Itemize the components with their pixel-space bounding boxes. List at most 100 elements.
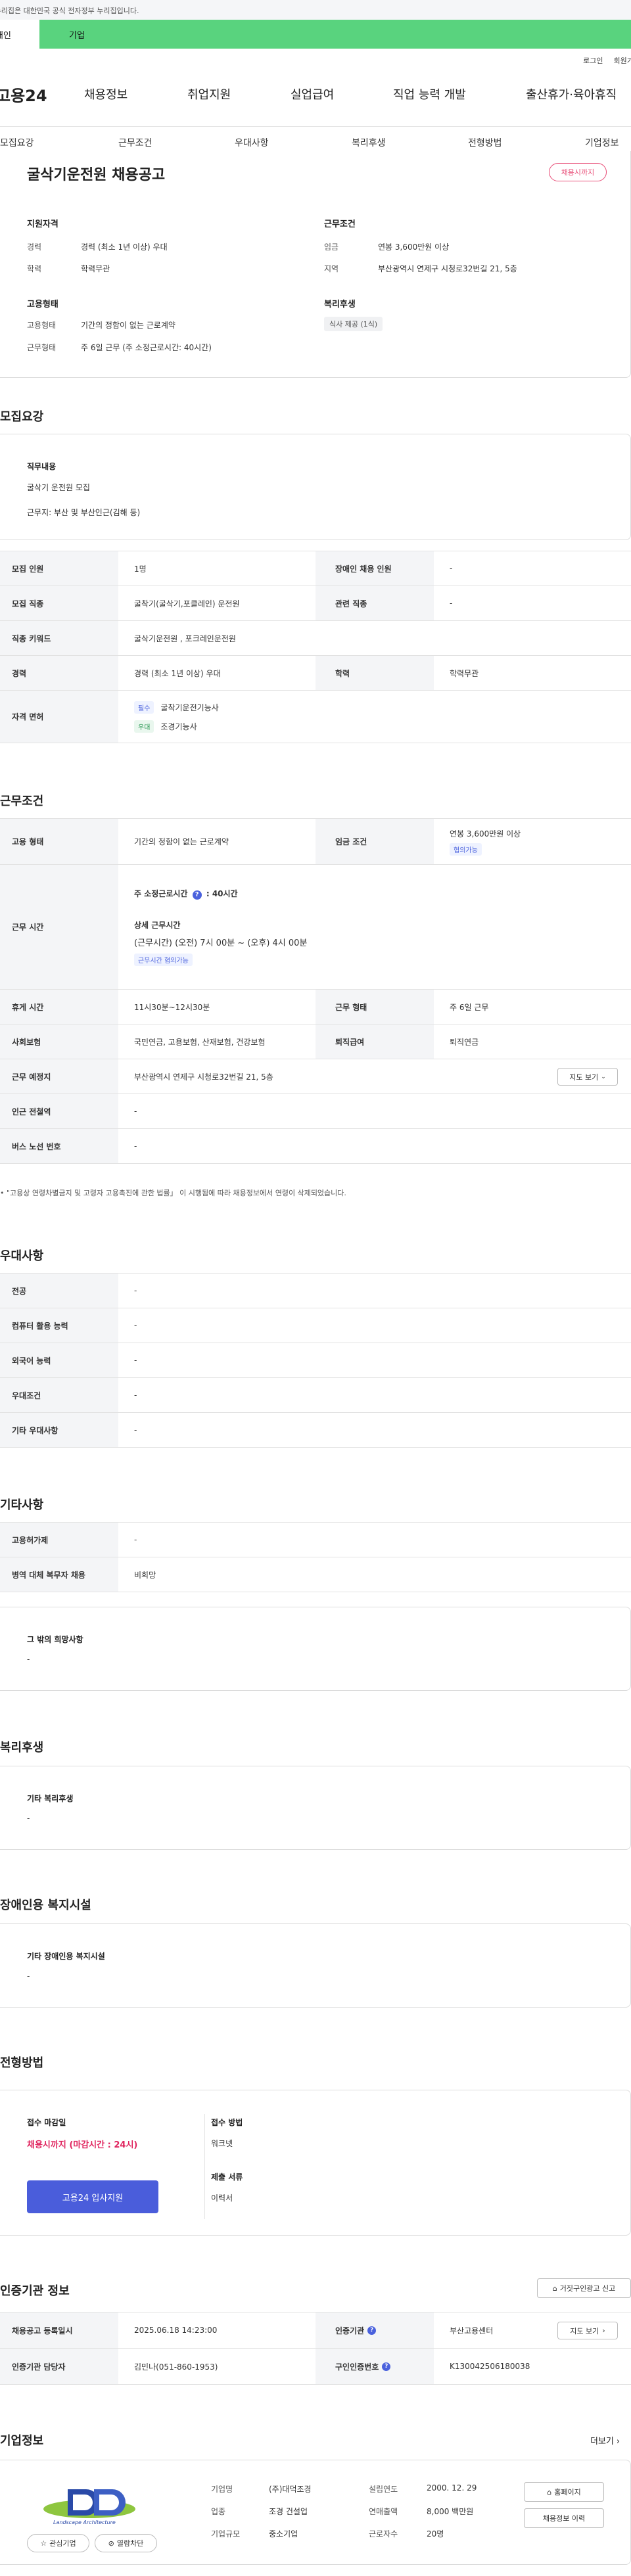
agency-map-label: 지도 보기 [570,2326,599,2335]
table-row: 모집 직종 굴착기(굴삭기,포클레인) 운전원 관련 직종 - [0,586,631,621]
user-type-tabs: 개인 기업 [0,20,631,49]
retire-label: 퇴직급여 [316,1024,434,1059]
block-icon: ⊘ [108,2539,114,2548]
history-button[interactable]: 채용정보 이력 [524,2508,604,2528]
table-row: 전공 - [0,1274,631,1308]
table-row: 고용허가제 - [0,1523,631,1557]
pref-value: - [134,1425,137,1435]
emp-type-value: 기간의 정함이 없는 근로계약 [134,837,229,846]
company-more-link[interactable]: 더보기 › [590,2434,620,2447]
other-value: - [134,1535,137,1544]
pref-label: 컴퓨터 활용 능력 [0,1308,118,1343]
pref-label: 외국어 능력 [0,1343,118,1377]
age-notice-text: "고용상 연령차별금지 및 고령자 고용촉진에 관한 법률」 이 시행됨에 따라… [7,1189,346,1197]
others-section-title: 기타사항 [0,1498,44,1512]
nav-item-parental-leave[interactable]: 출산휴가·육아휴직 [526,85,617,103]
table-row: 경력 경력 (최소 1년 이상) 우대 학력 학력무관 [0,656,631,691]
job-label: 모집 직종 [0,586,118,620]
anchor-prefs[interactable]: 우대사항 [235,136,269,149]
cert-num-label-text: 구인인증번호 [335,2362,379,2372]
license-name: 조경기능사 [160,722,197,731]
login-link[interactable]: 로그인 [583,55,603,66]
pref-value: - [134,1286,137,1295]
anchor-process[interactable]: 전형방법 [468,136,502,149]
welfare-value: - [27,1814,30,1823]
welfare-section-title: 복리후생 [0,1741,44,1755]
table-row: 기타 우대사항 - [0,1413,631,1448]
anchor-conditions[interactable]: 근무조건 [118,136,152,149]
facility-card: 기타 장애인용 복지시설 - [0,1923,631,2008]
anchor-recruit[interactable]: 모집요강 [0,136,34,149]
table-row: 우대조건 - [0,1378,631,1413]
wish-heading: 그 밖의 희망사항 [27,1635,83,1644]
block-view-button[interactable]: ⊘ 열람차단 [95,2534,157,2552]
cert-num-value: K130042506180038 [450,2362,530,2371]
reg-date-label: 채용공고 등록일시 [0,2312,118,2348]
qual-career-value: 경력 (최소 1년 이상) 우대 [81,242,168,252]
table-row: 인근 전철역 - [0,1094,631,1129]
others-table: 고용허가제 - 병역 대체 복무자 채용 비희망 [0,1522,631,1592]
welfare-heading: 기타 복리후생 [27,1794,74,1803]
process-divider [204,2114,205,2219]
emp-form-label: 근무형태 [27,343,57,352]
qual-edu-value: 학력무관 [81,264,110,273]
qual-heading: 지원자격 [27,219,58,229]
anchor-company[interactable]: 기업정보 [585,136,619,149]
detail-hours-heading: 상세 근무시간 [134,921,181,930]
company-field-value: 8,000 백만원 [427,2507,474,2516]
place-value: 부산광역시 연제구 시청로32번길 21, 5층 [134,1072,273,1082]
license-name: 굴착기운전기능사 [160,702,219,712]
emp-type-label: 고용형태 [27,321,57,330]
table-row: 자격 면허 필수 굴착기운전기능사 우대 조경기능사 [0,691,631,743]
info-icon[interactable]: ? [367,2326,377,2335]
favorite-company-button[interactable]: ☆ 관심기업 [27,2534,89,2552]
apply-button[interactable]: 고용24 입사지원 [27,2180,158,2213]
info-icon[interactable]: ? [382,2362,391,2371]
nav-item-skill-development[interactable]: 직업 능력 개발 [393,85,466,103]
map-button-label: 지도 보기 [569,1072,599,1082]
table-row: 채용공고 등록일시 2025.06.18 14:23:00 인증기관 ? 부산고… [0,2312,631,2349]
license-chip: 필수 [134,701,154,714]
form-label: 근무 형태 [316,990,434,1024]
home-icon: ⌂ [547,2487,552,2496]
manager-label: 인증기관 담당자 [0,2349,118,2384]
info-icon[interactable]: ? [192,890,202,900]
facility-value: - [27,1971,30,1981]
anchor-welfare[interactable]: 복리후생 [352,136,386,149]
bus-value: - [134,1141,137,1151]
conditions-section-title: 근무조건 [0,794,44,808]
report-button[interactable]: ⌂ 거짓구인광고 신고 [537,2278,631,2298]
tab-company[interactable]: 기업 [39,20,631,49]
company-field-label: 기업명 [211,2485,233,2494]
disabled-value: - [450,564,453,573]
bus-label: 버스 노선 번호 [0,1129,118,1163]
weekly-hours-label: 주 소정근로시간 [134,889,188,898]
map-button[interactable]: 지도 보기 ⌄ [557,1068,618,1086]
wage-negotiable-chip: 협의가능 [450,842,482,856]
company-field-value: 중소기업 [269,2529,298,2539]
pref-label: 우대조건 [0,1378,118,1412]
table-row: 휴게 시간 11시30분~12시30분 근무 형태 주 6일 근무 [0,990,631,1024]
home-icon: ⌂ [552,2284,557,2293]
insurance-value: 국민연금, 고용보험, 산재보험, 건강보험 [134,1037,266,1047]
welfare-chip: 식사 제공 (1식) [324,317,383,331]
qual-edu-label: 학력 [27,264,42,273]
welfare-card: 기타 복리후생 - [0,1766,631,1850]
join-link[interactable]: 회원가입 [614,55,631,66]
nav-item-jobs[interactable]: 채용정보 [84,85,128,103]
company-field-label: 업종 [211,2507,226,2516]
agency-map-button[interactable]: 지도 보기 › [557,2322,618,2339]
work-heading: 근무조건 [324,219,356,229]
edu-label: 학력 [316,656,434,690]
deadline-value: 채용시까지 (마감시간 : 24시) [27,2140,138,2150]
headcount-label: 모집 인원 [0,551,118,586]
company-field-label: 근로자수 [369,2529,398,2539]
summary-card: 굴삭기운전원 채용공고 채용시까지 지원자격 경력 경력 (최소 1년 이상) … [0,151,631,378]
homepage-button[interactable]: ⌂ 홈페이지 [524,2482,604,2502]
recruit-table: 모집 인원 1명 장애인 채용 인원 - 모집 직종 굴착기(굴삭기,포클레인)… [0,551,631,743]
tab-personal[interactable]: 개인 [0,20,39,49]
nav-item-employment-support[interactable]: 취업지원 [187,85,231,103]
site-logo[interactable]: 고용24 [0,83,47,106]
place-label: 근무 예정지 [0,1059,118,1093]
nav-item-unemployment-benefit[interactable]: 실업급여 [291,85,334,103]
